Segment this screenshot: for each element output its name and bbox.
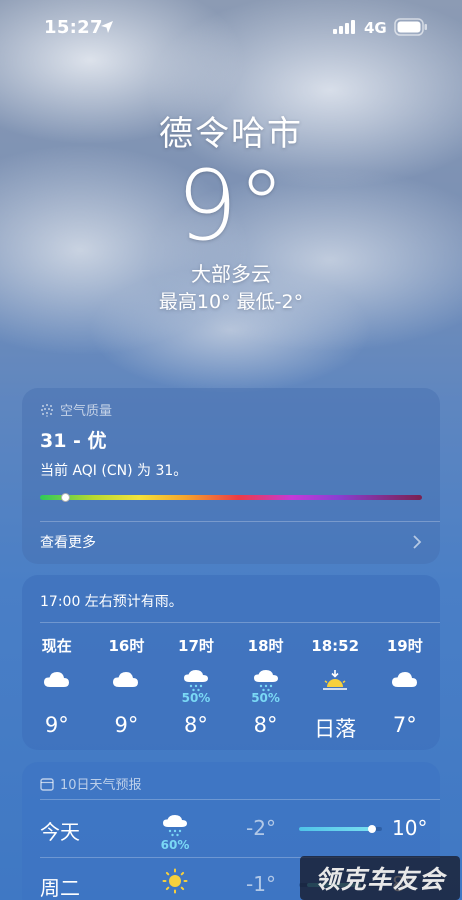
aqi-description: 当前 AQI (CN) 为 31。: [40, 463, 188, 479]
hour-item: 17时 50% 8°: [161, 635, 231, 745]
current-temp-marker: [368, 825, 377, 833]
hour-label: 现在: [41, 637, 72, 655]
hour-temperature: 9°: [114, 713, 139, 737]
hour-temperature: 8°: [253, 713, 278, 737]
hour-item: 现在 9°: [22, 635, 92, 745]
hour-temperature: 日落: [314, 717, 357, 741]
precipitation-probability: 50%: [181, 691, 211, 705]
precipitation-probability: 60%: [160, 838, 190, 852]
aqi-scale-marker: [61, 493, 71, 502]
cloud-icon: [111, 667, 141, 693]
day-low-temp: -2°: [246, 816, 276, 840]
day-name: 周二: [40, 876, 80, 900]
aqi-value: 31 - 优: [40, 430, 107, 452]
hour-label: 17时: [178, 637, 214, 655]
cloud-icon: [390, 667, 420, 693]
hour-item: 19时 7°: [370, 635, 440, 745]
hour-temperature: 7°: [392, 713, 417, 737]
location-arrow-icon: [101, 21, 113, 33]
hour-label: 18时: [247, 637, 284, 655]
calendar-icon: [40, 777, 54, 791]
hourly-list[interactable]: 现在 9° 16时 9° 17时 50% 8° 18时 50% 8° 18:52 日落 19时 7°: [22, 635, 440, 745]
day-name: 今天: [40, 820, 80, 844]
hour-item: 18:52 日落: [300, 635, 370, 745]
air-quality-title: 空气质量: [60, 404, 113, 419]
cloud-rain-icon: [160, 812, 190, 838]
forecast-day-row[interactable]: 今天 60% -2° 10°: [40, 804, 427, 854]
air-quality-card[interactable]: 空气质量 31 - 优 当前 AQI (CN) 为 31。 查看更多: [22, 388, 440, 564]
see-more-link[interactable]: 查看更多: [40, 530, 422, 554]
status-bar: 15:27 4G: [0, 0, 462, 56]
watermark-logo: 领克车友会: [300, 856, 460, 900]
network-type: 4G: [364, 19, 387, 37]
cloud-icon: [42, 667, 72, 693]
battery-icon: [394, 18, 427, 36]
current-weather: 德令哈市 9° 大部多云 最高10° 最低-2°: [0, 108, 462, 316]
hourly-summary: 17:00 左右预计有雨。: [40, 594, 183, 610]
divider: [40, 521, 440, 522]
aqi-scale-bar: [40, 493, 422, 502]
divider: [40, 799, 440, 800]
hour-label: 18:52: [311, 637, 360, 655]
day-low-temp: -1°: [246, 872, 276, 896]
divider: [40, 622, 440, 623]
temperature-range-bar: [299, 825, 382, 833]
current-condition: 大部多云: [191, 262, 271, 286]
precipitation-probability: 50%: [251, 691, 280, 705]
ten-day-title: 10日天气预报: [60, 778, 142, 793]
hourly-forecast-card[interactable]: 17:00 左右预计有雨。 现在 9° 16时 9° 17时 50% 8° 18时 50% 8° 1…: [22, 575, 440, 750]
cloud-rain-icon: [181, 667, 211, 693]
sun-icon: [160, 868, 190, 894]
chevron-right-icon: [413, 535, 422, 549]
hour-temperature: 9°: [44, 713, 69, 737]
current-temperature: 9°: [176, 150, 286, 262]
hour-label: 19时: [386, 637, 423, 655]
cloud-rain-icon: [251, 667, 281, 693]
see-more-label: 查看更多: [40, 535, 96, 551]
temperature-range-fill: [299, 827, 376, 831]
hour-item: 16时 9°: [92, 635, 162, 745]
hour-temperature: 8°: [184, 713, 208, 737]
air-quality-icon: [41, 403, 53, 417]
hour-label: 16时: [108, 637, 145, 655]
high-low-temperature: 最高10° 最低-2°: [158, 291, 304, 313]
air-quality-header: 空气质量: [40, 400, 112, 419]
day-high-temp: 10°: [392, 816, 428, 840]
ten-day-header: 10日天气预报: [40, 774, 142, 793]
hour-item: 18时 50% 8°: [231, 635, 301, 745]
signal-bars-icon: [333, 20, 355, 34]
sunset-icon: [320, 667, 350, 693]
status-time: 15:27: [44, 17, 103, 38]
